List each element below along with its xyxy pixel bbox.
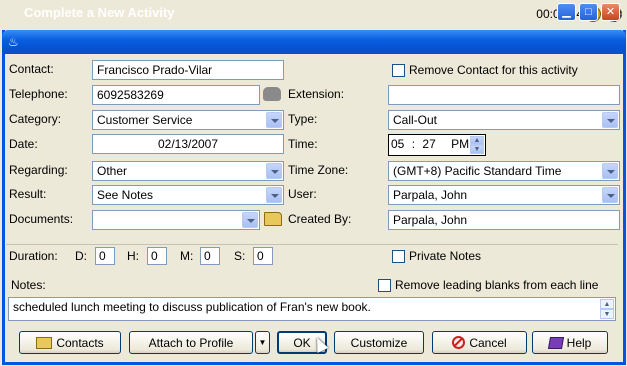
spin-down-icon[interactable]: ▼: [470, 145, 484, 154]
folder-icon: [36, 336, 53, 349]
documents-label: Documents:: [9, 212, 74, 226]
duration-minutes-field[interactable]: 0: [200, 247, 220, 265]
result-label: Result:: [9, 187, 47, 201]
category-value: Customer Service: [97, 113, 193, 127]
contacts-button-label: Contacts: [56, 335, 104, 350]
minimize-icon: ▁: [562, 6, 571, 18]
time-label: Time:: [288, 137, 318, 151]
chevron-down-icon[interactable]: [602, 163, 618, 179]
notes-text: scheduled lunch meeting to discuss publi…: [13, 300, 371, 314]
telephone-label: Telephone:: [9, 87, 68, 101]
chevron-down-icon: ▼: [258, 338, 267, 347]
scroll-down-icon[interactable]: ▼: [600, 309, 614, 319]
attach-to-profile-button[interactable]: Attach to Profile: [129, 331, 253, 354]
notes-label: Notes:: [11, 278, 46, 292]
extension-label: Extension:: [288, 87, 345, 101]
duration-label: Duration:: [9, 249, 58, 263]
separator: [6, 244, 618, 245]
user-label: User:: [288, 187, 317, 201]
type-value: Call-Out: [393, 113, 438, 127]
maximize-icon: □: [585, 6, 592, 18]
cancel-button[interactable]: Cancel: [432, 331, 527, 354]
cancel-button-label: Cancel: [469, 335, 507, 350]
scroll-up-icon[interactable]: ▲: [600, 299, 614, 309]
regarding-select[interactable]: Other: [92, 161, 284, 181]
contact-label: Contact:: [9, 62, 54, 76]
dialog-title: Complete a New Activity: [24, 5, 175, 20]
timezone-label: Time Zone:: [288, 163, 349, 177]
time-colon: :: [411, 137, 416, 151]
ok-button-label: OK: [293, 335, 311, 350]
category-label: Category:: [9, 112, 62, 126]
category-select[interactable]: Customer Service: [92, 110, 284, 130]
telephone-field[interactable]: 6092583269: [92, 85, 260, 105]
duration-s-label: S:: [234, 249, 246, 263]
duration-days-field[interactable]: 0: [95, 247, 115, 265]
folder-icon[interactable]: [264, 212, 282, 226]
duration-m-label: M:: [180, 249, 194, 263]
help-button-label: Help: [566, 335, 592, 350]
customize-button[interactable]: Customize: [334, 331, 424, 354]
chevron-down-icon[interactable]: [602, 187, 618, 203]
cancel-icon: [452, 336, 466, 349]
spin-up-icon[interactable]: ▲: [470, 136, 484, 145]
help-book-icon: [547, 336, 564, 349]
contacts-button[interactable]: Contacts: [19, 331, 121, 354]
type-select[interactable]: Call-Out: [388, 110, 620, 130]
regarding-value: Other: [97, 164, 128, 178]
time-field[interactable]: 05 : 27 PM ▲ ▼: [388, 134, 486, 156]
time-hour[interactable]: 05: [391, 137, 404, 151]
private-notes-checkbox[interactable]: [392, 250, 405, 263]
chevron-down-icon[interactable]: [602, 112, 618, 128]
notes-textarea[interactable]: scheduled lunch meeting to discuss publi…: [8, 297, 616, 321]
time-spinner[interactable]: ▲ ▼: [470, 136, 484, 154]
date-field[interactable]: 02/13/2007: [92, 134, 284, 154]
remove-contact-checkbox[interactable]: [392, 64, 405, 77]
customize-button-label: Customize: [350, 335, 408, 350]
phone-icon[interactable]: [263, 87, 281, 101]
attach-button-label: Attach to Profile: [148, 335, 234, 350]
minimize-button[interactable]: ▁: [557, 3, 576, 21]
timezone-select[interactable]: (GMT+8) Pacific Standard Time: [388, 161, 620, 181]
created-by-label: Created By:: [288, 212, 352, 226]
extension-field[interactable]: [388, 85, 620, 105]
chevron-down-icon[interactable]: [266, 187, 282, 203]
chevron-down-icon[interactable]: [266, 163, 282, 179]
chevron-down-icon[interactable]: [242, 212, 258, 228]
chevron-down-icon[interactable]: [266, 112, 282, 128]
duration-seconds-field[interactable]: 0: [253, 247, 273, 265]
type-label: Type:: [288, 112, 318, 126]
maximize-button[interactable]: □: [579, 3, 598, 21]
user-select[interactable]: Parpala, John: [388, 185, 620, 205]
remove-contact-label: Remove Contact for this activity: [409, 63, 578, 77]
documents-select[interactable]: [92, 210, 260, 230]
duration-d-label: D:: [75, 249, 87, 263]
time-ampm[interactable]: PM: [451, 137, 469, 151]
remove-blanks-checkbox[interactable]: [378, 279, 391, 292]
regarding-label: Regarding:: [9, 163, 68, 177]
dialog-titlebar: [2, 30, 626, 54]
close-icon: ✕: [605, 6, 616, 18]
created-by-field: Parpala, John: [388, 210, 620, 230]
help-button[interactable]: Help: [532, 331, 608, 354]
duration-h-label: H:: [127, 249, 139, 263]
attach-dropdown-button[interactable]: ▼: [255, 331, 270, 354]
private-notes-label: Private Notes: [409, 249, 482, 263]
user-value: Parpala, John: [393, 188, 468, 202]
result-value: See Notes: [97, 188, 154, 202]
duration-hours-field[interactable]: 0: [147, 247, 167, 265]
result-select[interactable]: See Notes: [92, 185, 284, 205]
date-label: Date:: [9, 137, 38, 151]
close-button[interactable]: ✕: [601, 3, 620, 21]
contact-field[interactable]: Francisco Prado-Vilar: [92, 60, 284, 80]
time-minute[interactable]: 27: [422, 137, 435, 151]
timezone-value: (GMT+8) Pacific Standard Time: [393, 164, 562, 178]
remove-blanks-label: Remove leading blanks from each line: [395, 278, 599, 292]
notes-scrollbar[interactable]: ▲ ▼: [600, 299, 614, 319]
app-icon: ♨: [8, 35, 19, 49]
